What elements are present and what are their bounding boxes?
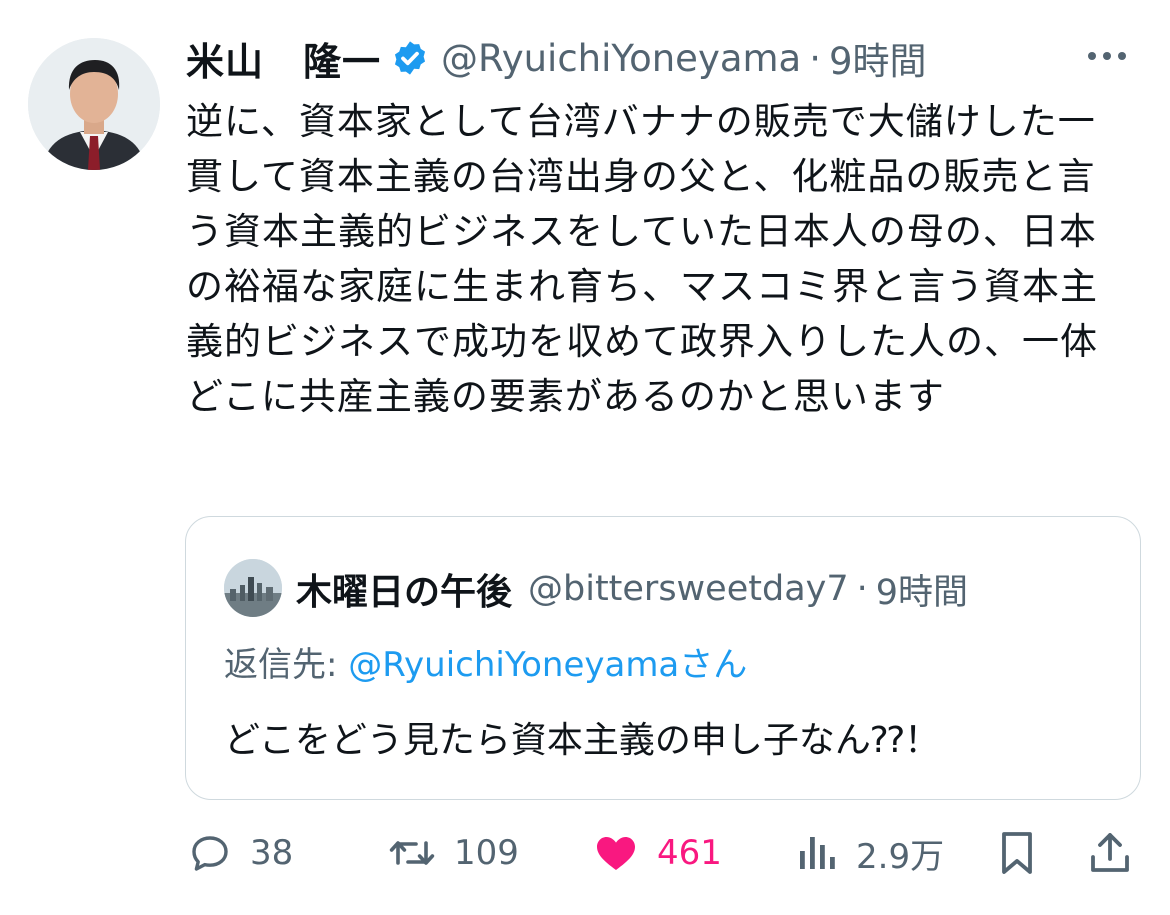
tweet-header: 米山 隆一 @RyuichiYoneyama · 9時間 [186, 30, 1130, 86]
reply-context: 返信先: @RyuichiYoneyamaさん [224, 637, 747, 686]
like-count: 461 [657, 833, 722, 873]
quoted-author-name[interactable]: 木曜日の午後 [296, 563, 512, 615]
author-avatar[interactable] [28, 38, 160, 170]
more-options-icon[interactable] [1084, 36, 1130, 76]
retweet-button[interactable]: 109 [386, 822, 519, 884]
header-separator: · [809, 36, 821, 80]
quoted-tweet[interactable]: 木曜日の午後 @bittersweetday7 · 9時間 返信先: @Ryui… [185, 516, 1141, 800]
like-button[interactable]: 461 [591, 822, 722, 884]
heart-icon [597, 837, 635, 870]
reply-button[interactable]: 38 [186, 822, 293, 884]
quoted-author-avatar[interactable] [224, 559, 282, 617]
reply-count: 38 [250, 833, 294, 873]
author-name[interactable]: 米山 隆一 [186, 31, 381, 86]
tweet-text: 逆に、資本家として台湾バナナの販売で大儲けした一貫して資本主義の台湾出身の父と、… [186, 100, 1098, 418]
quoted-timestamp[interactable]: 9時間 [876, 564, 968, 615]
bookmark-icon [1002, 832, 1032, 874]
views-button[interactable]: 2.9万 [796, 822, 944, 884]
quoted-author-handle[interactable]: @bittersweetday7 [528, 569, 849, 609]
retweet-count: 109 [454, 833, 519, 873]
quoted-tweet-header: 木曜日の午後 @bittersweetday7 · 9時間 [296, 559, 1110, 619]
reply-context-prefix: 返信先: [224, 645, 349, 685]
tweet-action-bar: 38 109 461 2.9万 [186, 822, 1136, 884]
reply-mention-suffix: さん [679, 645, 748, 685]
reply-mention-link[interactable]: @RyuichiYoneyama [348, 645, 679, 685]
bookmark-button[interactable] [996, 822, 1038, 884]
quoted-avatar-image [224, 559, 282, 617]
quoted-header-separator: · [856, 569, 868, 609]
verified-badge-icon [394, 41, 426, 75]
views-icon [800, 837, 835, 869]
views-count: 2.9万 [856, 836, 945, 877]
author-avatar-image [28, 38, 160, 170]
quoted-tweet-text: どこをどう見たら資本主義の申し子なん⁇！ [224, 720, 941, 761]
share-button[interactable] [1088, 822, 1132, 884]
share-icon [1091, 833, 1129, 872]
retweet-icon [389, 841, 435, 865]
reply-icon [192, 836, 228, 871]
author-handle[interactable]: @RyuichiYoneyama [441, 37, 801, 80]
tweet-timestamp[interactable]: 9時間 [829, 31, 927, 85]
